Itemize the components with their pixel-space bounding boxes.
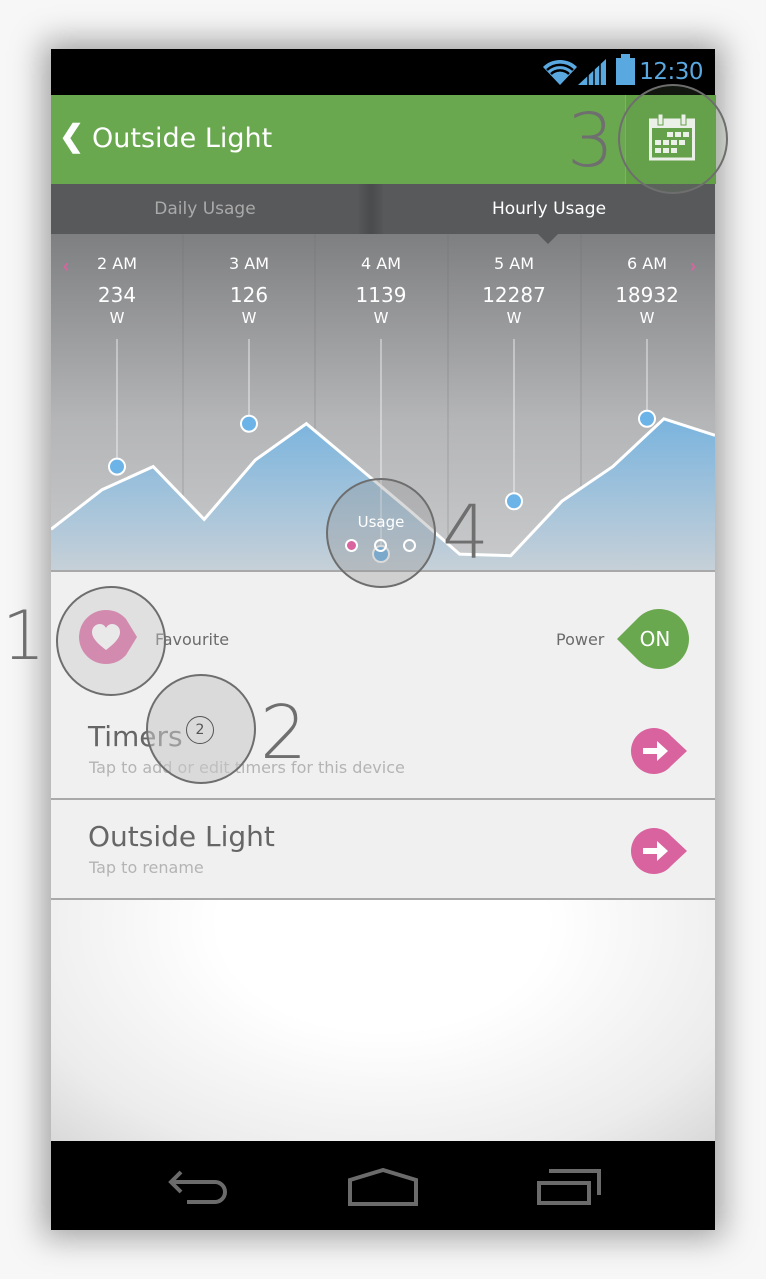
usage-column[interactable]: 6 AM 18932 W (581, 254, 713, 327)
column-value: 234 (97, 283, 137, 307)
column-unit: W (109, 309, 125, 327)
arrow-right-icon[interactable] (631, 828, 689, 874)
column-value: 126 (229, 283, 269, 307)
usage-column[interactable]: 2 AM 234 W (51, 254, 183, 327)
column-unit: W (241, 309, 257, 327)
annotation-circle-4 (326, 478, 436, 588)
list-item-rename[interactable]: Outside Light Tap to rename (51, 800, 715, 900)
list-item-subtitle: Tap to rename (89, 858, 204, 877)
annotation-number-1: 1 (2, 597, 46, 676)
column-value: 1139 (355, 283, 407, 307)
usage-column[interactable]: 3 AM 126 W (183, 254, 315, 327)
recent-apps-icon[interactable] (537, 1169, 603, 1205)
empty-content-area (51, 900, 715, 1141)
annotation-number-4: 4 (442, 490, 490, 576)
chart-pager-label: Usage (357, 513, 405, 531)
battery-icon (616, 54, 635, 85)
data-point (638, 409, 656, 428)
usage-tabs: Daily Usage Hourly Usage (51, 184, 715, 234)
annotation-number-2: 2 (260, 690, 308, 776)
column-unit: W (373, 309, 389, 327)
annotation-number-3: 3 (567, 98, 615, 184)
power-state: ON (639, 627, 671, 651)
column-value: 12287 (482, 283, 546, 307)
favourite-label: Favourite (155, 630, 230, 649)
data-point (505, 492, 523, 511)
pager-dot[interactable] (374, 539, 387, 552)
tab-daily-usage[interactable]: Daily Usage (51, 184, 359, 234)
usage-column[interactable]: 5 AM 12287 W (448, 254, 580, 327)
pager-dot[interactable] (403, 539, 416, 552)
usage-column[interactable]: 4 AM 1139 W (315, 254, 447, 327)
list-item-subtitle: Tap to add or edit timers for this devic… (89, 758, 405, 777)
annotation-circle-1 (56, 586, 166, 696)
status-time: 12:30 (639, 59, 703, 85)
list-item-title: Outside Light (88, 820, 275, 853)
power-toggle[interactable]: ON (617, 609, 689, 674)
column-time: 4 AM (360, 254, 401, 273)
column-value: 18932 (615, 283, 679, 307)
arrow-right-icon[interactable] (631, 728, 689, 774)
column-unit: W (639, 309, 655, 327)
page-title: Outside Light (92, 123, 273, 154)
data-point (108, 457, 126, 476)
status-bar: 12:30 (51, 49, 715, 95)
wifi-icon (543, 59, 577, 85)
data-point (240, 414, 258, 433)
home-icon[interactable] (348, 1168, 418, 1206)
column-time: 2 AM (96, 254, 137, 273)
back-button[interactable]: ❮ (59, 119, 84, 154)
column-time: 3 AM (228, 254, 269, 273)
column-time: 6 AM (626, 254, 667, 273)
column-time: 5 AM (493, 254, 534, 273)
system-nav-bar (51, 1141, 715, 1230)
pager-dot[interactable] (345, 539, 358, 552)
signal-icon (578, 59, 606, 85)
tab-divider (359, 184, 383, 234)
power-label: Power (556, 630, 605, 649)
column-unit: W (506, 309, 522, 327)
back-icon[interactable] (167, 1170, 231, 1204)
app-bar: ❮ Outside Light (51, 95, 716, 184)
annotation-badge: 2 (186, 716, 214, 744)
active-tab-indicator (538, 234, 558, 244)
annotation-circle-3 (618, 84, 728, 194)
